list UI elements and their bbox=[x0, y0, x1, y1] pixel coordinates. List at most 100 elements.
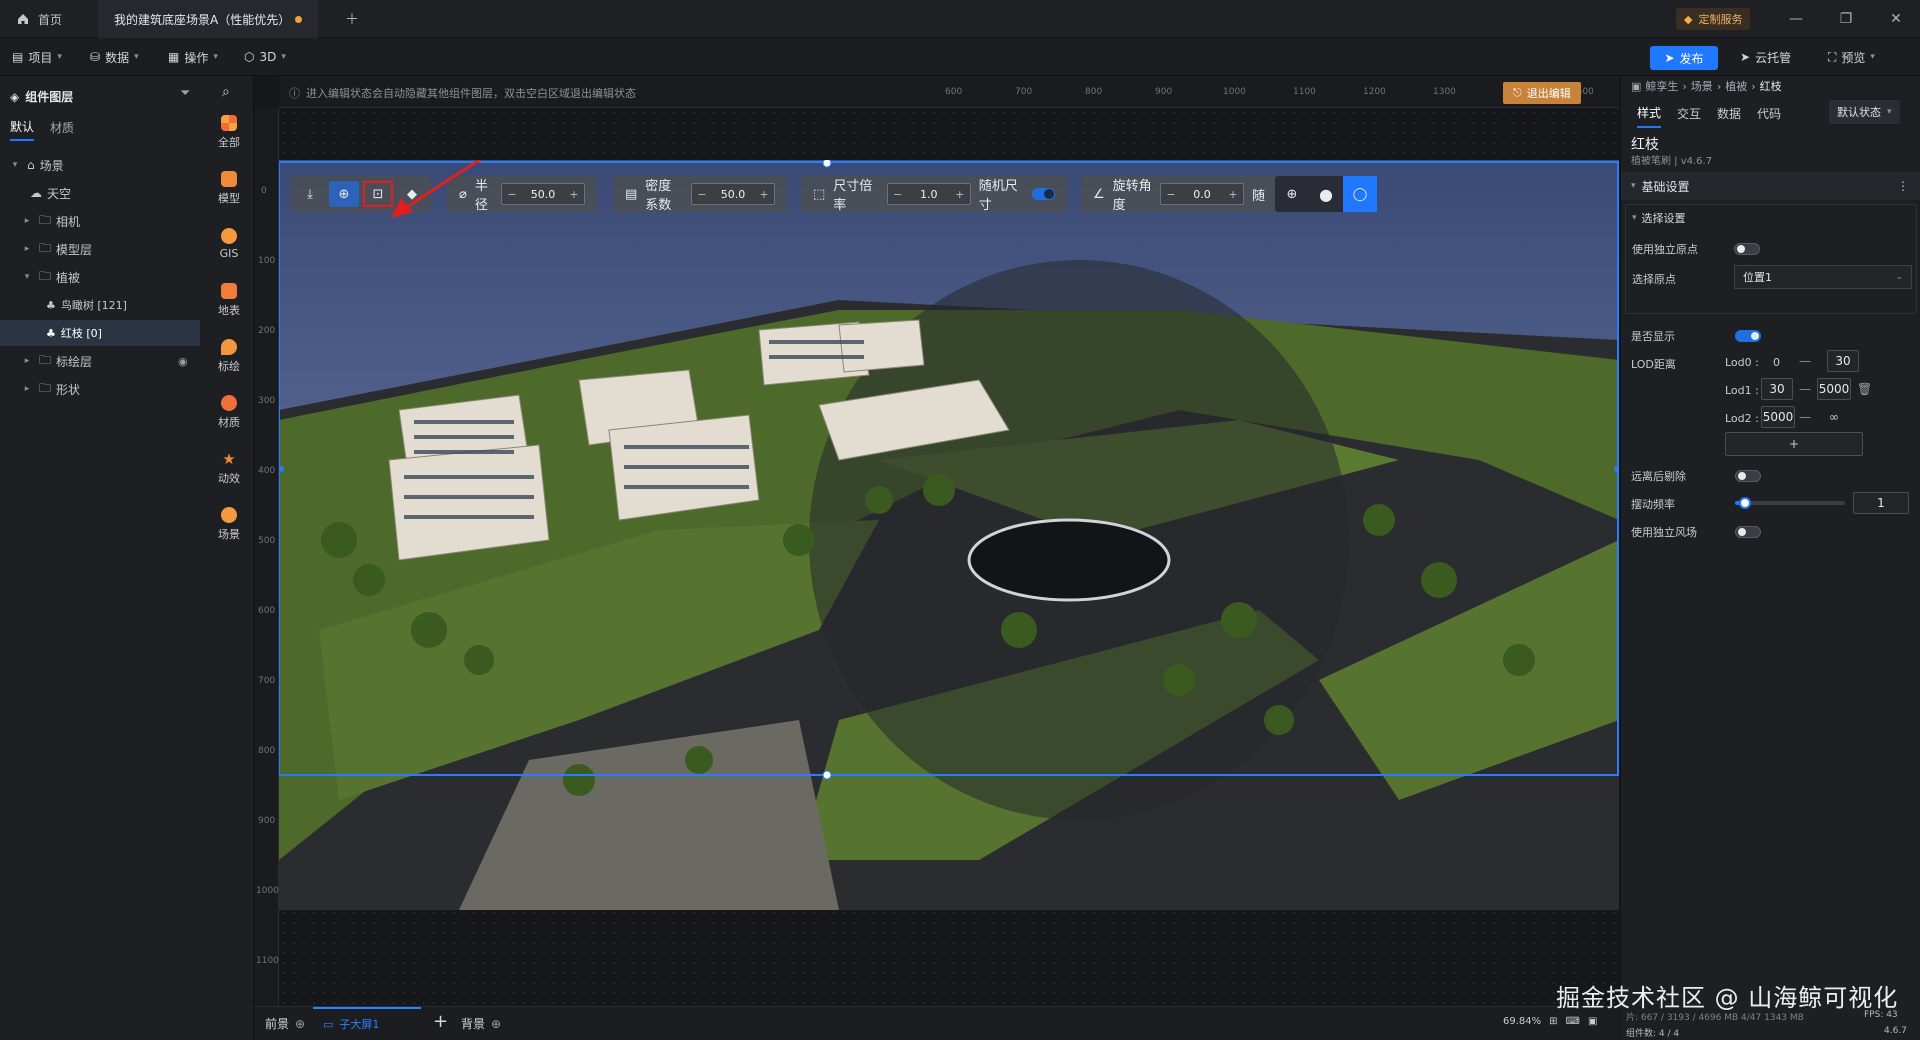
3d-scene-viewport[interactable]: ⤓ ⊕ ⊡ ◆ ⌀ 半径 −50.0 + ▤ 密度系数 −50.0 + ⬚ 尺寸倍率… bbox=[279, 160, 1619, 910]
rotation-stepper[interactable]: −0.0 + bbox=[1159, 183, 1244, 205]
menu-project[interactable]: ▤ 项目 ▾ bbox=[12, 38, 62, 76]
tab-default[interactable]: 默认 bbox=[10, 118, 35, 141]
chevron-right-icon[interactable]: ▸ bbox=[20, 216, 34, 226]
tab-style[interactable]: 样式 bbox=[1637, 104, 1662, 128]
keyboard-icon[interactable]: ⌨ bbox=[1566, 1016, 1580, 1027]
add-circle-icon[interactable]: ⊕ bbox=[491, 1017, 501, 1031]
select-settings-header[interactable]: ▾ 选择设置 bbox=[1626, 205, 1916, 231]
state-select[interactable]: 默认状态 ▾ bbox=[1829, 100, 1900, 124]
filter-icon[interactable]: ⏷ bbox=[180, 86, 190, 101]
document-tab[interactable]: 我的建筑底座场景A（性能优先） bbox=[98, 0, 318, 38]
tree-item-aerial-tree[interactable]: ♣ 鸟瞰树 [121] bbox=[0, 292, 200, 318]
minus-icon[interactable]: − bbox=[888, 188, 908, 201]
show-toggle[interactable] bbox=[1735, 330, 1761, 342]
eye-hidden-icon[interactable]: ◉ bbox=[178, 355, 188, 368]
chevron-right-icon[interactable]: ▸ bbox=[20, 356, 34, 366]
category-model[interactable]: 模型 bbox=[207, 160, 251, 216]
chevron-right-icon[interactable]: ▸ bbox=[20, 384, 34, 394]
category-plot[interactable]: 标绘 bbox=[207, 328, 251, 384]
menu-data[interactable]: ⛁ 数据 ▾ bbox=[90, 38, 139, 76]
ring-icon[interactable]: ◯ bbox=[1343, 176, 1377, 212]
plus-icon[interactable]: + bbox=[433, 1011, 448, 1032]
lod1-min-input[interactable]: 30 bbox=[1761, 378, 1793, 400]
far-cull-toggle[interactable] bbox=[1735, 470, 1761, 482]
tab-interaction[interactable]: 交互 bbox=[1677, 105, 1701, 127]
preview-button[interactable]: ⛶ 预览 ▾ bbox=[1828, 38, 1875, 76]
canvas-area[interactable]: ⓘ 进入编辑状态会自动隐藏其他组件图层，双击空白区域退出编辑状态 600 700 … bbox=[255, 76, 1619, 1006]
category-effect[interactable]: ★ 动效 bbox=[207, 440, 251, 496]
custom-service-button[interactable]: ◆ 定制服务 bbox=[1676, 8, 1751, 30]
category-gis[interactable]: GIS bbox=[207, 216, 251, 272]
foreground-layer[interactable]: 前景 ⊕ bbox=[265, 1015, 305, 1032]
minimize-icon[interactable]: — bbox=[1772, 0, 1820, 38]
trash-icon[interactable]: 🗑 bbox=[1857, 382, 1872, 396]
screen-icon[interactable]: ▣ bbox=[1588, 1016, 1597, 1027]
restore-icon[interactable]: ❐ bbox=[1822, 0, 1870, 38]
lod2-min-input[interactable]: 5000 bbox=[1761, 406, 1795, 428]
cloud-hosting-button[interactable]: ➤ 云托管 bbox=[1740, 38, 1791, 76]
category-material[interactable]: 材质 bbox=[207, 384, 251, 440]
breadcrumb-item[interactable]: 红枝 bbox=[1760, 78, 1782, 94]
menu-operation[interactable]: ▦ 操作 ▾ bbox=[168, 38, 218, 76]
tree-item-vegetation[interactable]: ▾ 🗀 植被 bbox=[0, 264, 200, 290]
zoom-level[interactable]: 69.84% bbox=[1503, 1016, 1541, 1027]
breadcrumb-item[interactable]: 鲸孪生 bbox=[1645, 78, 1678, 94]
search-icon[interactable]: ⌕ bbox=[222, 84, 230, 100]
rotation-value[interactable]: 0.0 bbox=[1181, 188, 1223, 201]
screen-tab-active[interactable]: ▭ 子大屏1 bbox=[313, 1007, 421, 1039]
lod1-max-input[interactable]: 5000 bbox=[1817, 378, 1851, 400]
density-stepper[interactable]: −50.0 + bbox=[691, 183, 775, 205]
plus-icon[interactable]: ＋ bbox=[333, 0, 371, 38]
exit-edit-button[interactable]: ⎋ 退出编辑 bbox=[1503, 82, 1581, 104]
size-value[interactable]: 1.0 bbox=[908, 188, 950, 201]
random-size-toggle[interactable] bbox=[1032, 188, 1055, 200]
origin-select[interactable]: 位置1 ⌄ bbox=[1734, 265, 1912, 289]
tree-item-red-branch[interactable]: ♣ 红枝 [0] bbox=[0, 320, 200, 346]
tree-item-shape[interactable]: ▸ 🗀 形状 bbox=[0, 376, 200, 402]
tab-material[interactable]: 材质 bbox=[50, 119, 74, 140]
category-scene[interactable]: 场景 bbox=[207, 496, 251, 552]
publish-button[interactable]: ➤ 发布 bbox=[1650, 46, 1718, 70]
category-all[interactable]: 全部 bbox=[207, 104, 251, 160]
globe-icon[interactable]: ⊕ bbox=[1275, 176, 1309, 212]
solid-circle-icon[interactable]: ● bbox=[1309, 176, 1343, 212]
tree-item-sky[interactable]: ☁ 天空 bbox=[0, 180, 200, 206]
use-origin-toggle[interactable] bbox=[1734, 243, 1760, 255]
use-wind-toggle[interactable] bbox=[1735, 526, 1761, 538]
mountain-icon bbox=[221, 282, 237, 299]
lod0-max-input[interactable]: 30 bbox=[1827, 350, 1859, 372]
add-circle-icon[interactable]: ⊕ bbox=[295, 1017, 305, 1031]
chevron-down-icon[interactable]: ▾ bbox=[20, 272, 34, 282]
tab-code[interactable]: 代码 bbox=[1757, 105, 1781, 127]
plus-icon[interactable]: + bbox=[754, 188, 774, 201]
menu-3d[interactable]: ⬡ 3D ▾ bbox=[244, 38, 286, 76]
sway-frequency-slider[interactable] bbox=[1735, 497, 1845, 509]
sway-frequency-input[interactable]: 1 bbox=[1853, 492, 1909, 514]
tree-item-camera[interactable]: ▸ 🗀 相机 bbox=[0, 208, 200, 234]
download-icon[interactable]: ⤓ bbox=[295, 181, 325, 207]
breadcrumb-item[interactable]: 场景 bbox=[1691, 78, 1713, 94]
minus-icon[interactable]: − bbox=[692, 188, 712, 201]
more-icon[interactable]: ⋮ bbox=[1897, 179, 1909, 193]
tree-item-scene[interactable]: ▾ ⌂ 场景 bbox=[0, 152, 200, 178]
home-tab[interactable]: 首页 bbox=[0, 0, 90, 38]
section-basic-settings[interactable]: ▾ 基础设置 ⋮ bbox=[1621, 172, 1920, 200]
chevron-right-icon[interactable]: ▸ bbox=[20, 244, 34, 254]
fit-screen-icon[interactable]: ⊞ bbox=[1549, 1016, 1557, 1027]
density-value[interactable]: 50.0 bbox=[712, 188, 754, 201]
size-stepper[interactable]: −1.0 + bbox=[886, 183, 971, 205]
tab-data[interactable]: 数据 bbox=[1717, 105, 1741, 127]
minus-icon[interactable]: − bbox=[1161, 188, 1181, 201]
close-icon[interactable]: ✕ bbox=[1872, 0, 1920, 38]
add-lod-button[interactable]: + bbox=[1725, 432, 1863, 456]
tree-item-plot-layer[interactable]: ▸ 🗀 标绘层 ◉ bbox=[0, 348, 200, 374]
background-layer[interactable]: 背景 ⊕ bbox=[461, 1015, 501, 1032]
plus-icon[interactable]: + bbox=[1223, 188, 1243, 201]
category-terrain[interactable]: 地表 bbox=[207, 272, 251, 328]
brush-paint-icon[interactable]: ⊕ bbox=[329, 181, 359, 207]
plus-icon[interactable]: + bbox=[950, 188, 970, 201]
breadcrumb-item[interactable]: 植被 bbox=[1725, 78, 1747, 94]
chevron-down-icon[interactable]: ▾ bbox=[8, 160, 22, 170]
slider-handle[interactable] bbox=[1738, 497, 1751, 509]
tree-item-model-layer[interactable]: ▸ 🗀 模型层 bbox=[0, 236, 200, 262]
